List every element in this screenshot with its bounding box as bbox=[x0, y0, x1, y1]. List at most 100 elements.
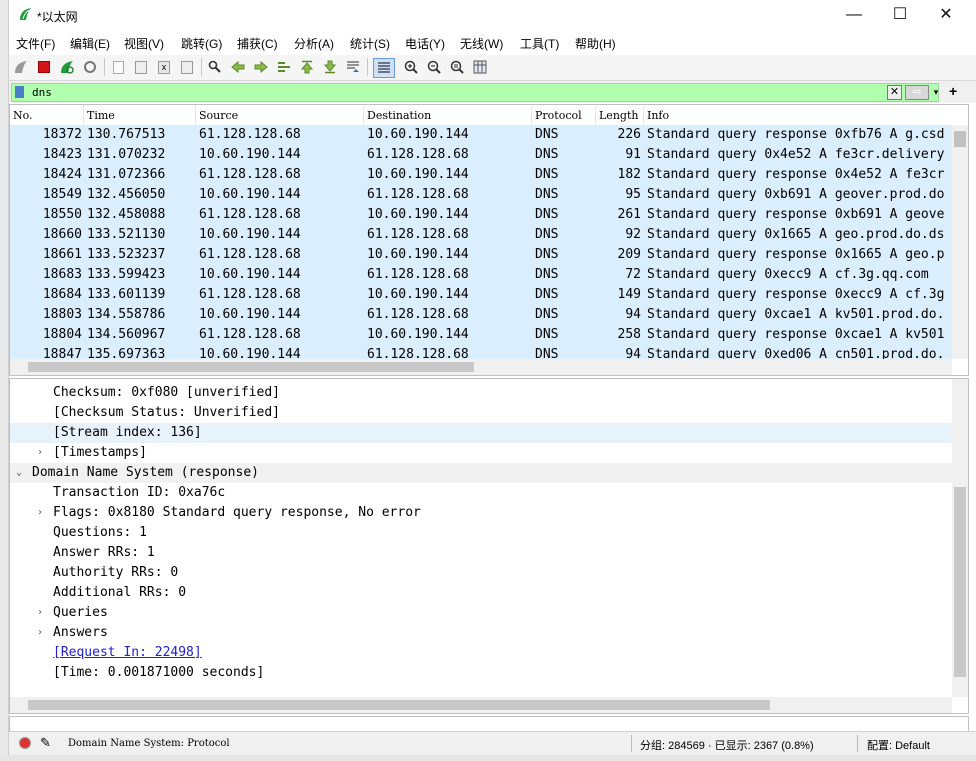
request-in-link[interactable]: [Request In: 22498] bbox=[53, 643, 202, 663]
detail-tree-item[interactable]: Checksum: 0xf080 [unverified] bbox=[10, 383, 952, 403]
expand-arrow-icon[interactable]: › bbox=[37, 603, 43, 623]
detail-tree-item[interactable]: [Checksum Status: Unverified] bbox=[10, 403, 952, 423]
column-header-source[interactable]: Source bbox=[196, 105, 364, 125]
minimize-button[interactable]: — bbox=[831, 0, 877, 30]
menu-statistics[interactable]: 统计(S) bbox=[350, 35, 390, 52]
cell-no: 18803 bbox=[42, 307, 82, 322]
bookmark-icon[interactable] bbox=[15, 86, 24, 98]
cell-no: 18661 bbox=[42, 247, 82, 262]
detail-tree-item[interactable]: [Time: 0.001871000 seconds] bbox=[10, 663, 952, 683]
menu-go[interactable]: 跳转(G) bbox=[181, 35, 222, 52]
detail-tree-label: Authority RRs: 0 bbox=[53, 565, 179, 580]
save-file-icon[interactable] bbox=[133, 59, 149, 75]
menu-help[interactable]: 帮助(H) bbox=[575, 35, 616, 52]
expand-arrow-icon[interactable]: › bbox=[37, 443, 43, 463]
auto-scroll-icon[interactable] bbox=[345, 59, 361, 75]
normal-size-icon[interactable] bbox=[449, 59, 465, 75]
details-horizontal-scrollbar[interactable] bbox=[10, 697, 952, 713]
packet-bytes-pane bbox=[9, 716, 969, 732]
resize-columns-icon[interactable] bbox=[472, 59, 488, 75]
packet-row[interactable]: 18661 133.523237 61.128.128.68 10.60.190.14… bbox=[10, 245, 952, 265]
detail-tree-item[interactable]: Answer RRs: 1 bbox=[10, 543, 952, 563]
cell-source: 61.128.128.68 bbox=[199, 207, 301, 222]
filter-history-dropdown-icon[interactable]: ▾ bbox=[930, 85, 942, 99]
cell-length: 94 bbox=[625, 307, 641, 322]
start-capture-icon[interactable] bbox=[13, 59, 29, 75]
column-header-no[interactable]: No. bbox=[10, 105, 84, 125]
packet-row[interactable]: 18683 133.599423 10.60.190.144 61.128.128.6… bbox=[10, 265, 952, 285]
details-vertical-scrollbar[interactable] bbox=[952, 379, 968, 697]
stop-capture-icon[interactable] bbox=[36, 59, 52, 75]
menu-wireless[interactable]: 无线(W) bbox=[460, 35, 503, 52]
packet-row[interactable]: 18804 134.560967 61.128.128.68 10.60.190.14… bbox=[10, 325, 952, 345]
menu-capture[interactable]: 捕获(C) bbox=[237, 35, 278, 52]
packet-row[interactable]: 18660 133.521130 10.60.190.144 61.128.128.6… bbox=[10, 225, 952, 245]
packet-row[interactable]: 18847 135.697363 10.60.190.144 61.128.128.6… bbox=[10, 345, 952, 359]
menu-analyze[interactable]: 分析(A) bbox=[294, 35, 334, 52]
expert-info-icon[interactable] bbox=[19, 737, 31, 749]
menu-telephony[interactable]: 电话(Y) bbox=[405, 35, 445, 52]
packet-row[interactable]: 18684 133.601139 61.128.128.68 10.60.190.14… bbox=[10, 285, 952, 305]
cell-no: 18684 bbox=[42, 287, 82, 302]
packet-row[interactable]: 18424 131.072366 61.128.128.68 10.60.190.14… bbox=[10, 165, 952, 185]
expand-arrow-icon[interactable]: › bbox=[37, 623, 43, 643]
packet-list-horizontal-scrollbar[interactable] bbox=[10, 359, 952, 375]
close-file-icon[interactable]: x bbox=[156, 59, 172, 75]
detail-tree-item[interactable]: [Request In: 22498] bbox=[10, 643, 952, 663]
menu-tools[interactable]: 工具(T) bbox=[520, 35, 559, 52]
menu-file[interactable]: 文件(F) bbox=[16, 35, 55, 52]
detail-tree-item[interactable]: Additional RRs: 0 bbox=[10, 583, 952, 603]
detail-tree-item[interactable]: › Queries bbox=[10, 603, 952, 623]
cell-protocol: DNS bbox=[535, 187, 559, 202]
colorize-packet-list-icon[interactable] bbox=[373, 58, 395, 78]
detail-tree-item[interactable]: Questions: 1 bbox=[10, 523, 952, 543]
open-file-icon[interactable] bbox=[110, 59, 126, 75]
packet-row[interactable]: 18423 131.070232 10.60.190.144 61.128.128.6… bbox=[10, 145, 952, 165]
detail-tree-item[interactable]: › [Timestamps] bbox=[10, 443, 952, 463]
packet-row[interactable]: 18549 132.456050 10.60.190.144 61.128.128.6… bbox=[10, 185, 952, 205]
column-header-length[interactable]: Length bbox=[596, 105, 644, 125]
expand-arrow-icon[interactable]: › bbox=[37, 503, 43, 523]
packet-row[interactable]: 18372 130.767513 61.128.128.68 10.60.190.14… bbox=[10, 125, 952, 145]
menu-edit[interactable]: 编辑(E) bbox=[70, 35, 110, 52]
close-button[interactable]: ✕ bbox=[923, 0, 969, 30]
column-header-time[interactable]: Time bbox=[84, 105, 196, 125]
cell-protocol: DNS bbox=[535, 247, 559, 262]
zoom-out-icon[interactable] bbox=[426, 59, 442, 75]
maximize-button[interactable]: ☐ bbox=[877, 0, 923, 30]
cell-time: 134.558786 bbox=[87, 307, 166, 322]
go-first-packet-icon[interactable] bbox=[299, 59, 315, 75]
find-packet-icon[interactable] bbox=[207, 59, 223, 75]
go-back-icon[interactable] bbox=[230, 59, 246, 75]
go-to-packet-icon[interactable] bbox=[276, 59, 292, 75]
detail-tree-label: Transaction ID: 0xa76c bbox=[53, 485, 226, 500]
profile-status[interactable]: 配置: Default bbox=[867, 737, 930, 753]
add-filter-button-icon[interactable]: + bbox=[949, 83, 957, 99]
packet-row[interactable]: 18803 134.558786 10.60.190.144 61.128.128.6… bbox=[10, 305, 952, 325]
go-forward-icon[interactable] bbox=[253, 59, 269, 75]
apply-filter-icon[interactable]: ⇨ bbox=[905, 85, 929, 100]
detail-tree-item[interactable]: › Answers bbox=[10, 623, 952, 643]
detail-tree-item[interactable]: [Stream index: 136] bbox=[10, 423, 952, 443]
packet-list-vertical-scrollbar[interactable] bbox=[952, 125, 968, 359]
detail-tree-label: [Timestamps] bbox=[53, 445, 147, 460]
detail-tree-item[interactable]: › Flags: 0x8180 Standard query response, … bbox=[10, 503, 952, 523]
capture-options-icon[interactable] bbox=[82, 59, 98, 75]
detail-tree-item[interactable]: ⌄ Domain Name System (response) bbox=[10, 463, 952, 483]
cell-destination: 61.128.128.68 bbox=[367, 347, 469, 359]
clear-filter-icon[interactable]: ✕ bbox=[887, 85, 902, 100]
detail-tree-item[interactable]: Transaction ID: 0xa76c bbox=[10, 483, 952, 503]
go-last-packet-icon[interactable] bbox=[322, 59, 338, 75]
capture-comment-icon[interactable]: ✎ bbox=[40, 735, 51, 751]
menu-view[interactable]: 视图(V) bbox=[124, 35, 164, 52]
column-header-destination[interactable]: Destination bbox=[364, 105, 532, 125]
zoom-in-icon[interactable] bbox=[403, 59, 419, 75]
packet-row[interactable]: 18550 132.458088 61.128.128.68 10.60.190.14… bbox=[10, 205, 952, 225]
detail-tree-item[interactable]: Authority RRs: 0 bbox=[10, 563, 952, 583]
column-header-info[interactable]: Info bbox=[644, 105, 968, 125]
collapse-arrow-icon[interactable]: ⌄ bbox=[16, 463, 22, 483]
restart-capture-icon[interactable] bbox=[59, 59, 75, 75]
reload-file-icon[interactable] bbox=[179, 59, 195, 75]
display-filter-input[interactable] bbox=[32, 84, 872, 101]
column-header-protocol[interactable]: Protocol bbox=[532, 105, 596, 125]
